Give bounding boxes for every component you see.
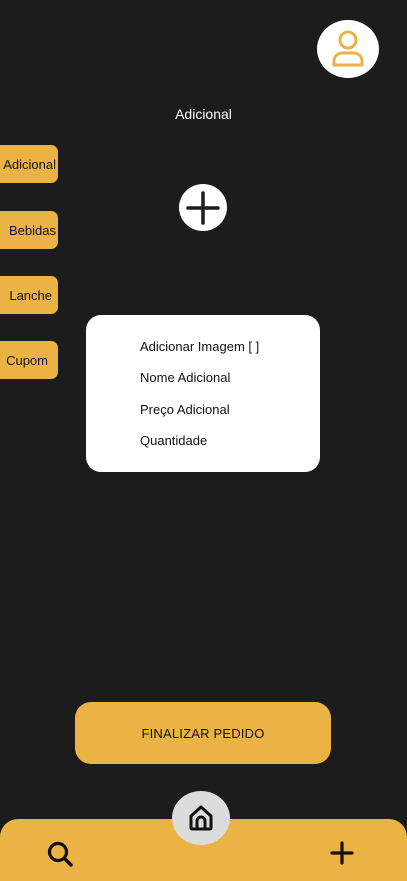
search-icon	[47, 841, 73, 867]
category-label: Bebidas	[9, 222, 56, 238]
category-button-lanche[interactable]: Lanche	[0, 276, 58, 314]
add-button[interactable]	[329, 840, 355, 866]
quantity-field[interactable]: Quantidade	[140, 433, 207, 448]
category-label: Lanche	[9, 287, 52, 303]
add-image-field[interactable]: Adicionar Imagem [ ]	[140, 339, 259, 354]
profile-avatar-button[interactable]	[317, 20, 379, 78]
search-button[interactable]	[46, 840, 74, 868]
add-item-button[interactable]	[179, 184, 227, 231]
finalize-order-label: FINALIZAR PEDIDO	[141, 725, 265, 741]
name-field[interactable]: Nome Adicional	[140, 370, 230, 385]
user-icon	[332, 30, 364, 67]
category-button-bebidas[interactable]: Bebidas	[0, 211, 58, 249]
screen: Adicional Adicional Bebidas Lanche Cupom…	[0, 0, 407, 881]
category-button-adicional[interactable]: Adicional	[0, 145, 58, 183]
home-button[interactable]	[172, 791, 230, 845]
page-title: Adicional	[175, 106, 232, 122]
category-label: Cupom	[6, 352, 48, 368]
home-icon	[189, 805, 213, 831]
finalize-order-button[interactable]: FINALIZAR PEDIDO	[75, 702, 331, 764]
plus-icon	[330, 841, 354, 865]
additional-form-card: Adicionar Imagem [ ] Nome Adicional Preç…	[86, 315, 320, 472]
plus-icon	[186, 190, 220, 225]
category-button-cupom[interactable]: Cupom	[0, 341, 58, 379]
price-field[interactable]: Preço Adicional	[140, 402, 230, 417]
category-label: Adicional	[3, 156, 56, 172]
